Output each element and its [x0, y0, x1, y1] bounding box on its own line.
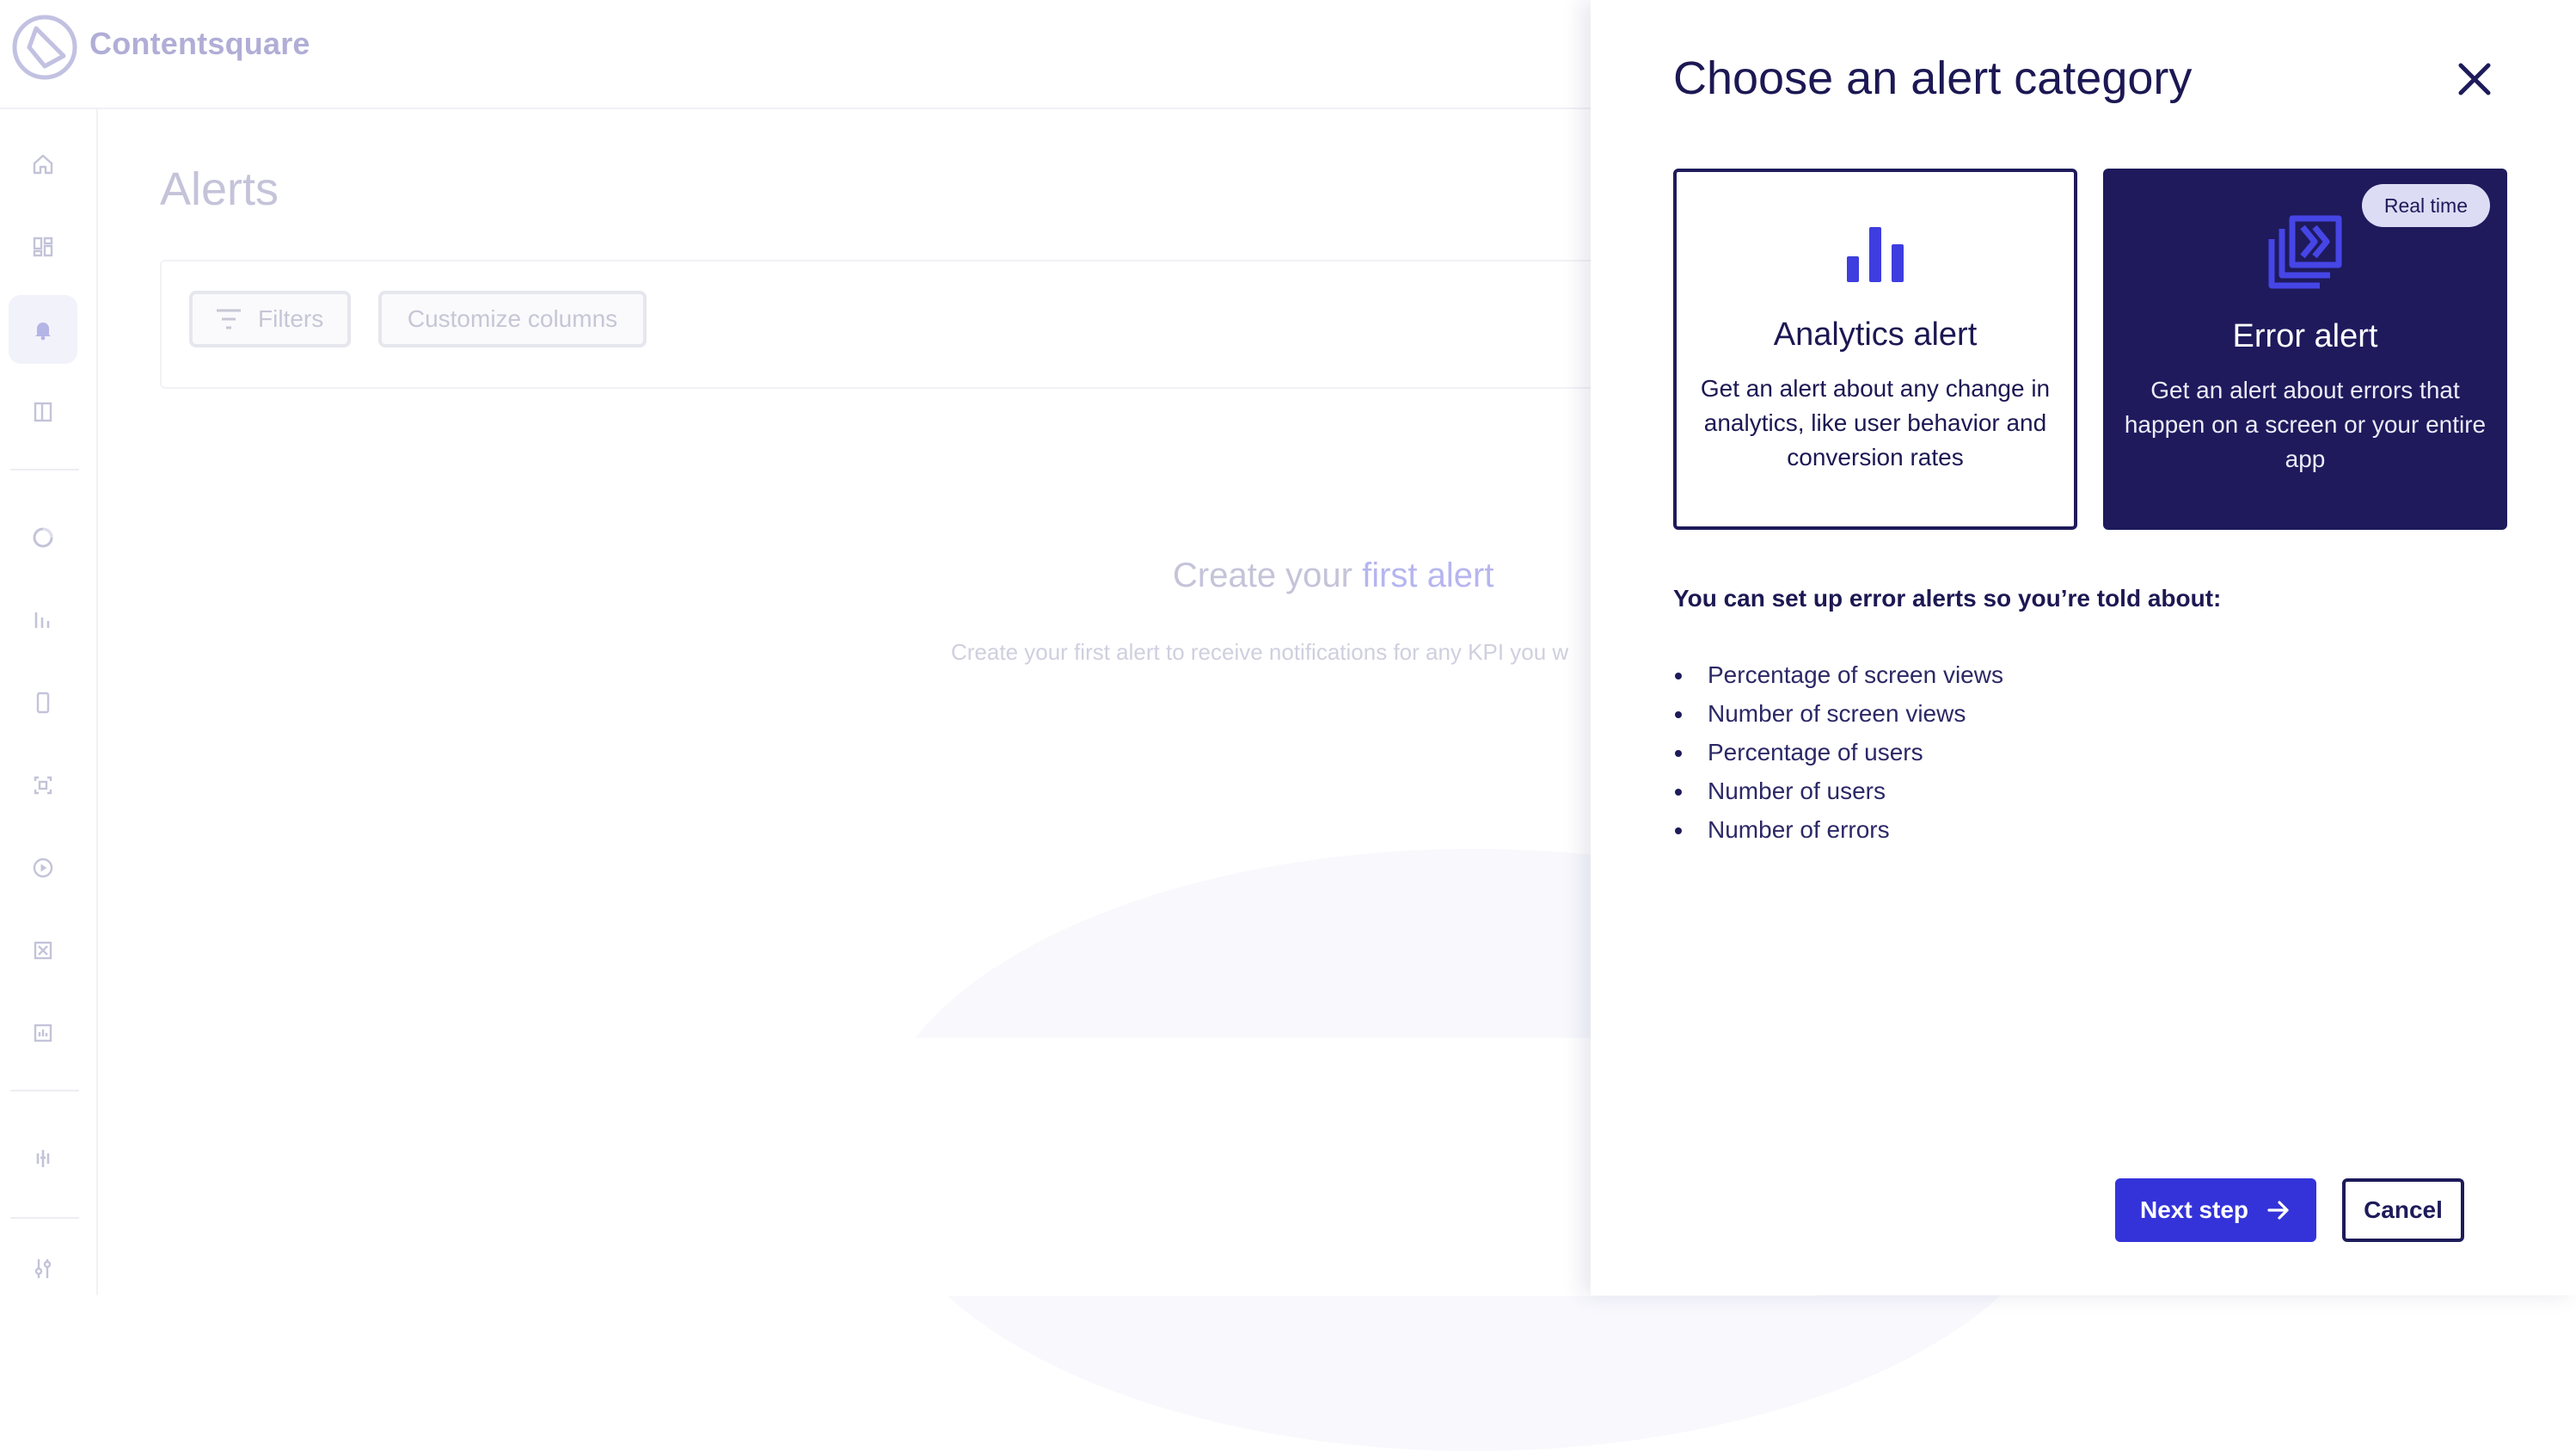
sidebar-divider: [10, 1217, 79, 1219]
next-step-label: Next step: [2139, 1196, 2249, 1223]
customize-columns-label: Customize columns: [407, 305, 618, 332]
journey-icon[interactable]: [9, 503, 77, 572]
dashboard-icon[interactable]: [9, 212, 77, 281]
bar-chart-icon[interactable]: [9, 586, 77, 655]
logo-text: Contentsquare: [89, 26, 310, 61]
empty-state-title-prefix: Create your: [1173, 556, 1363, 594]
error-alert-card[interactable]: Real time Error alert Get an alert about…: [2103, 169, 2507, 530]
list-item: Number of screen views: [1673, 694, 2003, 733]
alert-category-drawer: Choose an alert category Analytics alert…: [1591, 0, 2576, 1295]
mobile-icon[interactable]: [9, 668, 77, 737]
list-item: Percentage of users: [1673, 733, 2003, 772]
filters-label: Filters: [258, 305, 324, 332]
next-step-button[interactable]: Next step: [2115, 1178, 2316, 1242]
analytics-alert-description: Get an alert about any change in analyti…: [1700, 375, 2051, 470]
filters-button[interactable]: Filters: [189, 291, 351, 347]
report-icon[interactable]: [9, 999, 77, 1067]
real-time-badge: Real time: [2361, 184, 2490, 227]
home-icon[interactable]: [9, 130, 77, 199]
drawer-title: Choose an alert category: [1673, 52, 2193, 104]
filter-icon: [217, 309, 241, 329]
main-content: Alerts Filters Customize columns Create …: [98, 109, 2076, 1451]
list-item: Percentage of screen views: [1673, 655, 2003, 694]
toolbar: Filters Customize columns: [160, 260, 1659, 389]
page-title: Alerts: [160, 163, 279, 215]
close-button[interactable]: [2450, 55, 2499, 103]
error-alert-title: Error alert: [2232, 318, 2378, 354]
list-item: Number of errors: [1673, 810, 2003, 849]
book-icon[interactable]: [9, 378, 77, 446]
customize-columns-button[interactable]: Customize columns: [378, 291, 647, 347]
settings-sliders-icon[interactable]: [9, 1234, 77, 1303]
impact-icon[interactable]: [9, 1124, 77, 1193]
arrow-right-icon: [2267, 1201, 2289, 1220]
analytics-alert-title: Analytics alert: [1773, 317, 1978, 353]
logo-icon: [12, 15, 77, 80]
cancel-label: Cancel: [2364, 1196, 2443, 1223]
list-item: Number of users: [1673, 772, 2003, 810]
analytics-alert-card[interactable]: Analytics alert Get an alert about any c…: [1673, 169, 2077, 530]
bar-chart-icon: [1847, 227, 1904, 282]
close-icon: [2458, 63, 2491, 95]
error-alert-description: Get an alert about errors that happen on…: [2124, 377, 2487, 472]
zone-icon[interactable]: [9, 751, 77, 820]
metrics-list: Percentage of screen views Number of scr…: [1673, 655, 2003, 849]
compare-icon[interactable]: [9, 916, 77, 985]
bell-icon[interactable]: [9, 295, 77, 364]
error-alerts-intro: You can set up error alerts so you’re to…: [1673, 585, 2222, 612]
sidebar-divider: [10, 1090, 79, 1091]
empty-state-title: Create your first alert: [1173, 556, 1493, 595]
sidebar: [0, 109, 98, 1295]
play-icon[interactable]: [9, 833, 77, 902]
empty-state-description: Create your first alert to receive notif…: [951, 639, 1569, 665]
cancel-button[interactable]: Cancel: [2342, 1178, 2464, 1242]
sidebar-divider: [10, 469, 79, 470]
error-pages-icon: [2268, 215, 2342, 289]
empty-state-title-accent: first alert: [1362, 556, 1494, 594]
